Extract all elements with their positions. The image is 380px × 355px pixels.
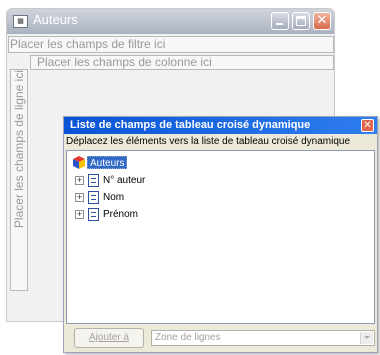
- field-list-title: Liste de champs de tableau croisé dynami…: [70, 119, 311, 131]
- field-tree: Auteurs + N° auteur + Nom + Prénom: [66, 150, 375, 324]
- tree-root-label: Auteurs: [87, 156, 128, 169]
- field-list-close-button[interactable]: ✕: [361, 119, 374, 132]
- field-list-panel: Liste de champs de tableau croisé dynami…: [63, 116, 378, 353]
- filter-drop-zone[interactable]: Placer les champs de filtre ici: [8, 36, 334, 53]
- field-item-prenom[interactable]: + Prénom: [75, 208, 275, 221]
- field-icon: [88, 191, 99, 204]
- column-drop-zone[interactable]: Placer les champs de colonne ici: [30, 55, 334, 70]
- field-item-nom[interactable]: + Nom: [75, 191, 275, 204]
- row-drop-label: Placer les champs de ligne ici: [12, 70, 26, 229]
- maximize-icon: [296, 16, 306, 26]
- add-to-button[interactable]: Ajouter à: [74, 328, 144, 348]
- expand-icon[interactable]: +: [75, 193, 84, 202]
- window-titlebar[interactable]: ▦ Auteurs ✕: [7, 9, 334, 34]
- maximize-button[interactable]: [292, 12, 310, 30]
- close-icon: ✕: [363, 120, 372, 131]
- minimize-button[interactable]: [271, 12, 289, 30]
- field-list-footer: Ajouter à Zone de lignes: [66, 328, 375, 348]
- field-label: Prénom: [103, 209, 139, 220]
- field-label: N° auteur: [103, 175, 146, 186]
- field-icon: [88, 208, 99, 221]
- field-list-instruction: Déplacez les éléments vers la liste de t…: [66, 136, 351, 147]
- zone-select-value: Zone de lignes: [155, 332, 221, 343]
- form-view-icon[interactable]: ▦: [13, 15, 28, 28]
- field-icon: [88, 174, 99, 187]
- minimize-icon: [276, 23, 283, 25]
- cube-icon: [73, 156, 85, 169]
- window-title: Auteurs: [33, 12, 78, 27]
- expand-icon[interactable]: +: [75, 176, 84, 185]
- field-label: Nom: [103, 192, 125, 203]
- close-button[interactable]: ✕: [313, 12, 331, 30]
- field-item-n-auteur[interactable]: + N° auteur: [75, 174, 275, 187]
- expand-icon[interactable]: +: [75, 210, 84, 219]
- row-drop-zone[interactable]: Placer les champs de ligne ici: [10, 69, 28, 291]
- zone-select[interactable]: Zone de lignes: [151, 330, 375, 346]
- close-icon: ✕: [316, 13, 328, 28]
- chevron-down-icon[interactable]: [360, 332, 373, 344]
- field-list-titlebar[interactable]: Liste de champs de tableau croisé dynami…: [64, 117, 377, 134]
